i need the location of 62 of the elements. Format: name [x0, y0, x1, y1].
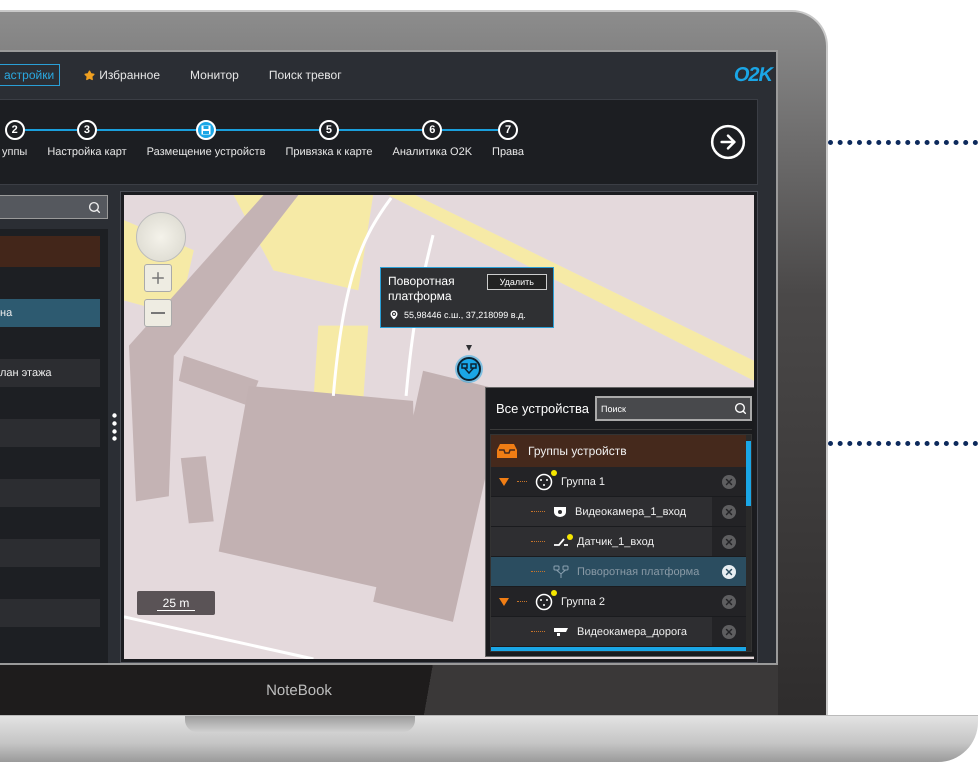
switch-icon [553, 536, 569, 546]
camera-icon [553, 626, 569, 636]
scrollbar-thumb[interactable] [746, 441, 751, 506]
search-field[interactable]: Поиск [595, 396, 752, 421]
search-field[interactable] [0, 195, 108, 219]
close-icon [724, 506, 734, 516]
group-icon [535, 472, 553, 490]
close-icon [724, 566, 734, 576]
nav-tab[interactable]: Монитор [184, 64, 245, 86]
turntable-icon [553, 564, 569, 578]
step-label: Привязка к карте [285, 146, 373, 158]
minus-icon [151, 312, 165, 314]
camera-icon [553, 506, 567, 518]
step-label: Размещение устройств [146, 146, 266, 158]
brand-label: NoteBook [266, 682, 332, 698]
zoom-out-button[interactable] [144, 299, 172, 327]
step-label: уппы [2, 146, 28, 158]
step-indicator[interactable]: 2 [4, 120, 25, 140]
floppy-icon [201, 125, 212, 135]
caret-down-icon[interactable] [499, 476, 509, 486]
tree-root-item[interactable]: Группы устройств [491, 435, 746, 467]
step-label: Права [492, 146, 524, 158]
scale-bar: 25 m [137, 591, 215, 615]
tree-device-item[interactable]: Видеокамера_1_вход [491, 497, 746, 527]
tree-group-item[interactable]: Группа 1 [491, 467, 746, 497]
tree-group-item[interactable]: Группа 2 [491, 587, 746, 617]
step-label: Настройка карт [47, 146, 127, 158]
drag-handle-icon[interactable] [112, 413, 116, 441]
list-item[interactable]: на [0, 299, 100, 327]
nav-tab[interactable]: астройки [0, 64, 60, 86]
horizontal-scrollbar[interactable] [491, 647, 746, 651]
search-icon [88, 200, 101, 214]
close-icon [724, 536, 734, 546]
zoom-in-button[interactable] [144, 264, 172, 292]
close-icon [724, 476, 734, 486]
close-icon [724, 596, 734, 606]
remove-button[interactable] [722, 564, 736, 578]
search-icon [734, 402, 747, 415]
step-indicator[interactable]: 6 [422, 120, 442, 140]
tree-device-item[interactable]: Датчик_1_вход [491, 527, 746, 557]
nav-tab[interactable]: Избранное [78, 64, 166, 86]
step-indicator[interactable]: 7 [498, 120, 518, 140]
list-item[interactable]: лан этажа [0, 359, 100, 387]
coordinates-text: 55,98446 с.ш., 37,218099 в.д. [404, 310, 526, 320]
next-button[interactable] [709, 123, 747, 161]
step-indicator[interactable]: 3 [76, 120, 97, 140]
tree-device-item[interactable]: Видеокамера_дорога [491, 617, 746, 647]
logo: O2K [734, 64, 772, 86]
step-label: Аналитика O2K [392, 146, 472, 158]
nav-tab[interactable]: Поиск тревог [262, 64, 348, 86]
step-indicator[interactable] [196, 120, 216, 140]
panel-title: Все устройства [496, 401, 589, 416]
step-indicator[interactable]: 5 [318, 120, 339, 140]
caret-down-icon[interactable] [499, 596, 509, 606]
close-icon [724, 626, 734, 636]
popup-title: Поворотная платформа [388, 274, 456, 304]
pin-icon [388, 309, 400, 321]
delete-button[interactable]: Удалить [486, 274, 547, 290]
plus-icon [149, 269, 167, 287]
group-icon [535, 592, 553, 610]
device-marker-icon[interactable] [453, 345, 485, 385]
tray-icon [496, 443, 518, 459]
